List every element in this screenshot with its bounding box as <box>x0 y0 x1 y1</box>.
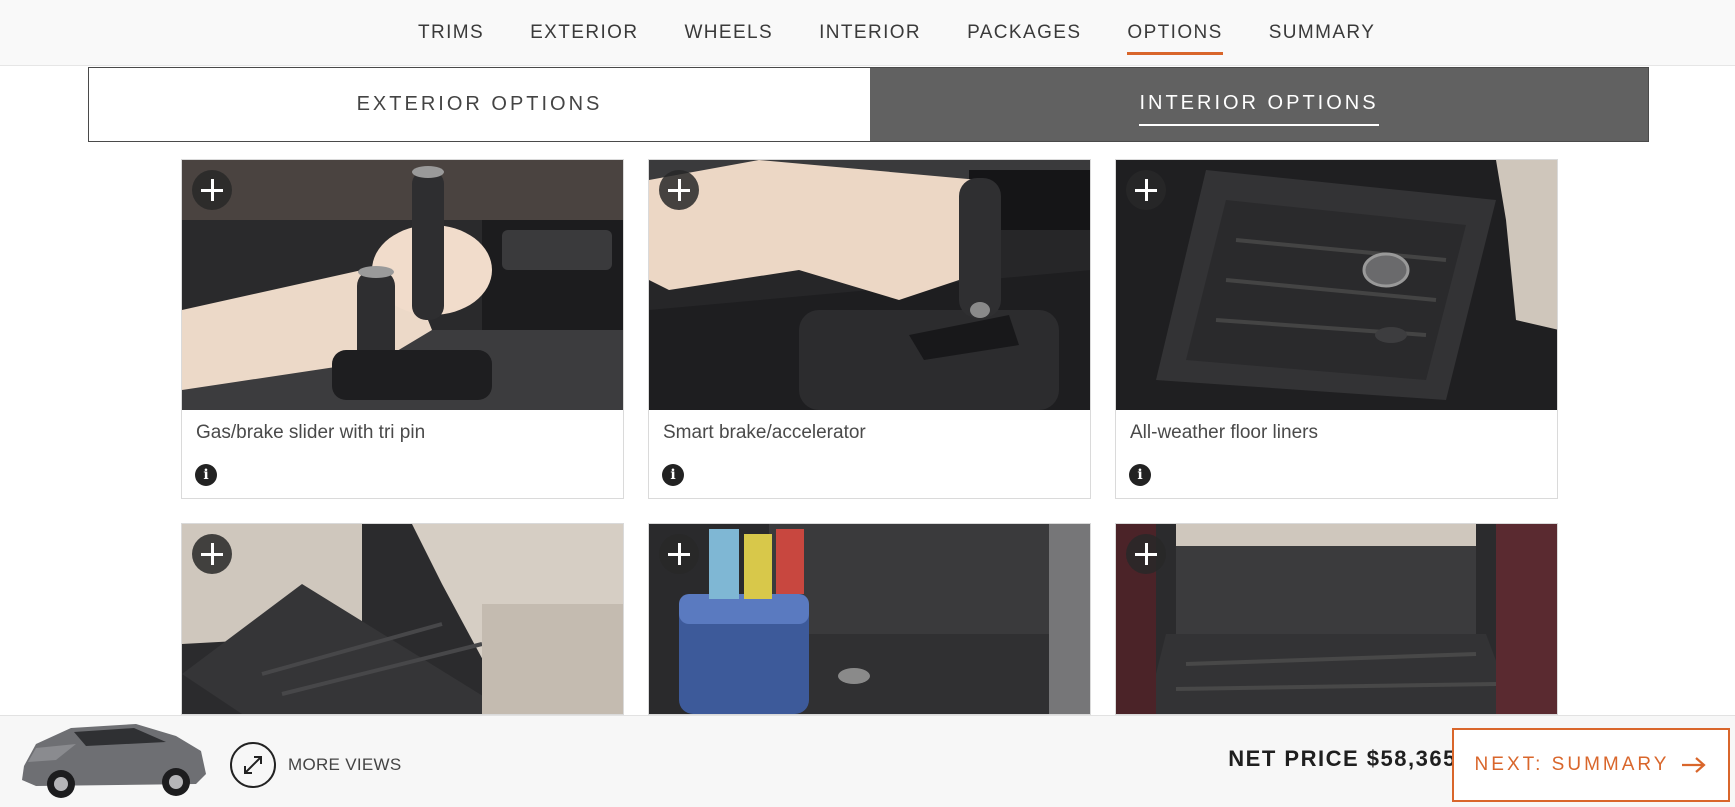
nav-label: WHEELS <box>684 22 774 43</box>
more-views-label: MORE VIEWS <box>288 755 402 774</box>
nav-label: EXTERIOR <box>530 22 639 43</box>
tab-interior-options[interactable]: INTERIOR OPTIONS <box>870 68 1648 141</box>
hand-control-slider-image <box>182 160 623 410</box>
more-views-button[interactable]: MORE VIEWS <box>230 742 402 788</box>
nav-item-options[interactable]: OPTIONS <box>1127 0 1224 66</box>
smart-brake-image <box>649 160 1090 410</box>
info-icon[interactable]: i <box>1129 464 1151 486</box>
top-navigation: TRIMS EXTERIOR WHEELS INTERIOR PACKAGES … <box>0 0 1735 66</box>
arrow-right-icon <box>1682 757 1707 773</box>
plus-icon[interactable] <box>659 534 699 574</box>
next-summary-button[interactable]: NEXT: SUMMARY <box>1452 728 1730 802</box>
tab-label: INTERIOR OPTIONS <box>1139 92 1379 126</box>
tab-label: EXTERIOR OPTIONS <box>356 93 603 115</box>
bottom-bar: MORE VIEWS NET PRICE $58,365‡ NEXT: SUMM… <box>0 715 1735 807</box>
option-title: All-weather floor liners <box>1130 422 1318 443</box>
nav-label: PACKAGES <box>967 22 1082 43</box>
option-title: Gas/brake slider with tri pin <box>196 422 426 443</box>
nav-label: OPTIONS <box>1127 22 1223 43</box>
expand-icon <box>230 742 276 788</box>
nav-item-summary[interactable]: SUMMARY <box>1269 0 1376 66</box>
nav-label: INTERIOR <box>819 22 922 43</box>
option-image <box>649 160 1090 410</box>
net-price-value: $58,365 <box>1366 746 1457 771</box>
option-card[interactable] <box>648 523 1091 715</box>
floor-liner-image <box>1116 160 1557 410</box>
tab-exterior-options[interactable]: EXTERIOR OPTIONS <box>89 68 870 141</box>
info-icon[interactable]: i <box>662 464 684 486</box>
plus-icon[interactable] <box>192 170 232 210</box>
option-card[interactable]: Smart brake/accelerator i <box>648 159 1091 499</box>
option-card[interactable]: All-weather floor liners i <box>1115 159 1558 499</box>
nav-item-interior[interactable]: INTERIOR <box>819 0 921 66</box>
option-image <box>1116 524 1557 714</box>
option-image <box>649 524 1090 714</box>
nav-item-exterior[interactable]: EXTERIOR <box>530 0 638 66</box>
option-image <box>182 160 623 410</box>
nav-item-trims[interactable]: TRIMS <box>418 0 484 66</box>
nav-item-wheels[interactable]: WHEELS <box>684 0 773 66</box>
nav-label: SUMMARY <box>1268 22 1376 43</box>
option-image <box>182 524 623 714</box>
plus-icon[interactable] <box>659 170 699 210</box>
nav-item-packages[interactable]: PACKAGES <box>967 0 1081 66</box>
vehicle-thumbnail <box>22 724 206 798</box>
nav-label: TRIMS <box>418 22 485 43</box>
next-button-label: NEXT: SUMMARY <box>1474 754 1670 775</box>
option-card[interactable]: Gas/brake slider with tri pin i <box>181 159 624 499</box>
plus-icon[interactable] <box>1126 170 1166 210</box>
net-price-label: NET PRICE <box>1228 746 1360 771</box>
info-icon[interactable]: i <box>195 464 217 486</box>
option-card[interactable] <box>1115 523 1558 715</box>
plus-icon[interactable] <box>1126 534 1166 574</box>
cargo-liner-image <box>649 524 1090 714</box>
options-tabs: EXTERIOR OPTIONS INTERIOR OPTIONS <box>88 67 1649 142</box>
plus-icon[interactable] <box>192 534 232 574</box>
option-title: Smart brake/accelerator <box>663 422 866 443</box>
net-price: NET PRICE $58,365‡ <box>1228 746 1465 772</box>
option-image <box>1116 160 1557 410</box>
second-row-liner-image <box>182 524 623 714</box>
cargo-tray-liner-image <box>1116 524 1557 714</box>
option-card[interactable] <box>181 523 624 715</box>
